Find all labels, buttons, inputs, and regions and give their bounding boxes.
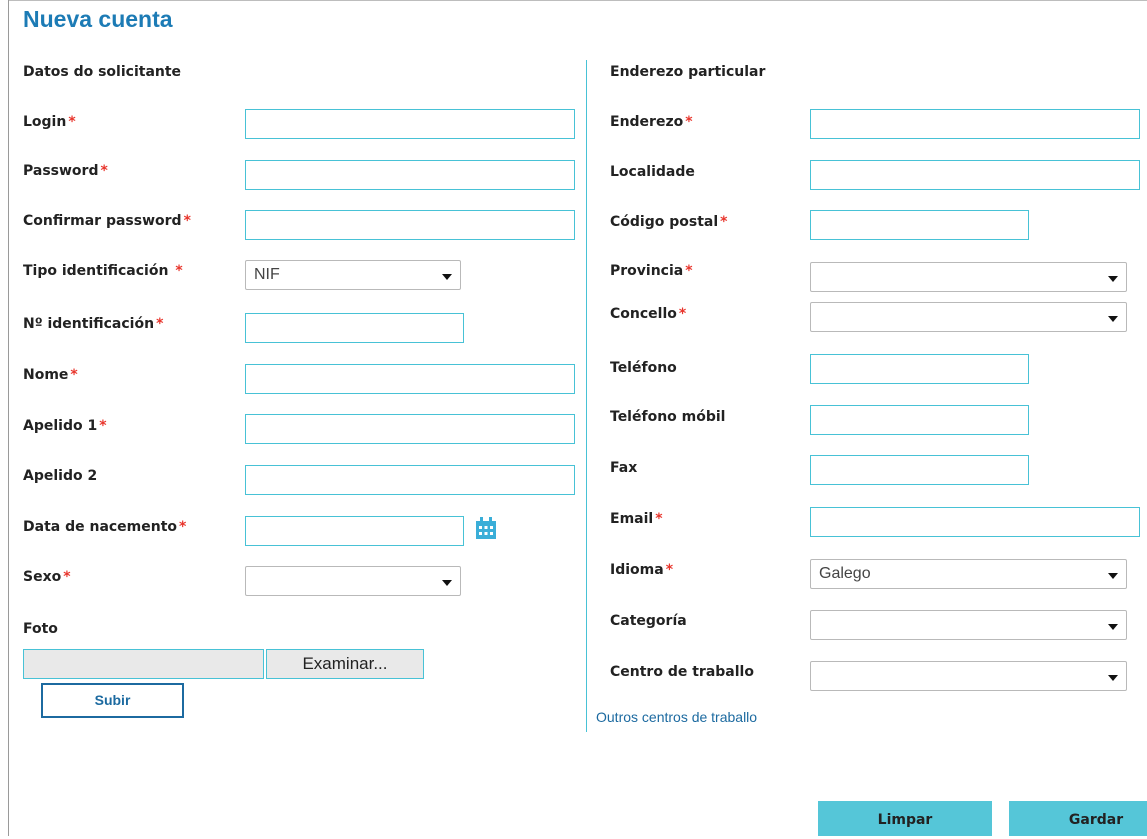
upload-button[interactable]: Subir [41, 683, 184, 718]
photo-label: Foto [23, 621, 58, 637]
required-marker: * [99, 418, 107, 434]
required-marker: * [183, 213, 191, 229]
required-marker: * [685, 263, 693, 279]
required-marker: * [63, 569, 71, 585]
name-input[interactable] [245, 364, 575, 394]
address-input[interactable] [810, 109, 1140, 139]
required-marker: * [685, 114, 693, 130]
calendar-icon[interactable] [474, 516, 498, 540]
frame-left-border [8, 0, 9, 836]
locality-label: Localidade [610, 164, 695, 180]
required-marker: * [68, 114, 76, 130]
id-type-label: Tipo identificación * [23, 263, 183, 279]
fax-label: Fax [610, 460, 638, 476]
login-input[interactable] [245, 109, 575, 139]
birthdate-label: Data de nacemento * [23, 519, 187, 535]
password-label: Password * [23, 163, 108, 179]
sex-label: Sexo * [23, 569, 71, 585]
column-divider [586, 60, 587, 732]
section-title-applicant: Datos do solicitante [23, 64, 182, 80]
council-select[interactable] [810, 302, 1127, 332]
required-marker: * [678, 306, 687, 322]
login-label: Login * [23, 114, 76, 130]
birthdate-input[interactable] [245, 516, 464, 546]
required-marker: * [70, 367, 78, 383]
council-label: Concello * [610, 306, 687, 322]
email-input[interactable] [810, 507, 1140, 537]
id-number-input[interactable] [245, 313, 464, 343]
chevron-down-icon [1108, 573, 1118, 579]
language-value: Galego [819, 565, 871, 582]
frame-top-border [8, 0, 1147, 1]
password-input[interactable] [245, 160, 575, 190]
clear-button[interactable]: Limpar [818, 801, 992, 836]
phone-label: Teléfono [610, 360, 677, 376]
file-path-field[interactable] [23, 649, 264, 679]
chevron-down-icon [1108, 276, 1118, 282]
confirm-password-label: Confirmar password * [23, 213, 191, 229]
language-select[interactable]: Galego [810, 559, 1127, 589]
postal-code-input[interactable] [810, 210, 1029, 240]
section-title-address: Enderezo particular [610, 64, 766, 80]
required-marker: * [175, 263, 183, 279]
surname2-label: Apelido 2 [23, 468, 98, 484]
required-marker: * [156, 316, 164, 332]
sex-select[interactable] [245, 566, 461, 596]
surname2-input[interactable] [245, 465, 575, 495]
id-type-select[interactable]: NIF [245, 260, 461, 290]
page-title: Nueva cuenta [23, 6, 173, 32]
mobile-label: Teléfono móbil [610, 409, 726, 425]
locality-input[interactable] [810, 160, 1140, 190]
province-select[interactable] [810, 262, 1127, 292]
save-button[interactable]: Gardar [1009, 801, 1147, 836]
browse-button[interactable]: Examinar... [266, 649, 424, 679]
required-marker: * [179, 519, 187, 535]
required-marker: * [100, 163, 108, 179]
surname1-input[interactable] [245, 414, 575, 444]
mobile-input[interactable] [810, 405, 1029, 435]
chevron-down-icon [442, 274, 452, 280]
chevron-down-icon [442, 580, 452, 586]
chevron-down-icon [1108, 624, 1118, 630]
category-select[interactable] [810, 610, 1127, 640]
other-workplaces-link[interactable]: Outros centros de traballo [596, 709, 757, 725]
required-marker: * [655, 511, 663, 527]
email-label: Email * [610, 511, 663, 527]
fax-input[interactable] [810, 455, 1029, 485]
postal-code-label: Código postal * [610, 214, 728, 230]
workplace-select[interactable] [810, 661, 1127, 691]
surname1-label: Apelido 1 * [23, 418, 107, 434]
workplace-label: Centro de traballo [610, 664, 754, 680]
required-marker: * [720, 214, 728, 230]
id-type-value: NIF [254, 266, 280, 283]
chevron-down-icon [1108, 316, 1118, 322]
confirm-password-input[interactable] [245, 210, 575, 240]
chevron-down-icon [1108, 675, 1118, 681]
language-label: Idioma * [610, 562, 674, 578]
phone-input[interactable] [810, 354, 1029, 384]
id-number-label: Nº identificación * [23, 316, 164, 332]
province-label: Provincia * [610, 263, 693, 279]
required-marker: * [665, 562, 674, 578]
name-label: Nome * [23, 367, 78, 383]
address-label: Enderezo * [610, 114, 693, 130]
category-label: Categoría [610, 613, 687, 629]
